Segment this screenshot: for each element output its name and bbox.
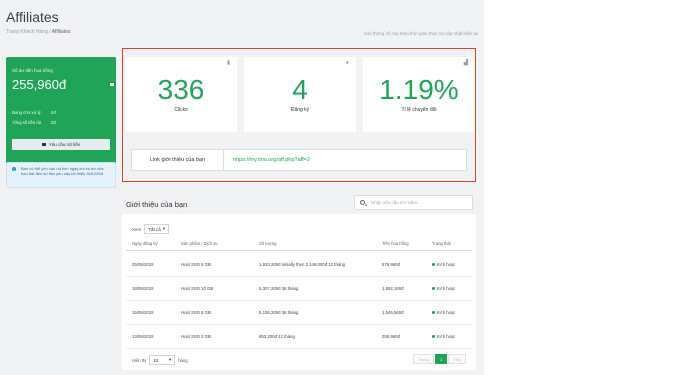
column-header-product[interactable]: Sản phẩm / Dịch vụ (181, 241, 218, 246)
row-status: Kích hoạt (432, 310, 455, 315)
stat-signups-value: 4 (292, 74, 308, 105)
row-status-label: Kích hoạt (436, 286, 455, 291)
pagination: Trước 1 Tiếp (413, 354, 466, 364)
row-date: 18/05/2019 (132, 286, 154, 291)
referral-link-box: Link giới thiệu của bạn https://my.tino.… (131, 149, 467, 171)
pagination-next[interactable]: Tiếp (448, 354, 466, 364)
row-divider (126, 300, 472, 301)
stat-clicks: ▮ 336 Clicks (125, 57, 237, 132)
pending-value: 0đ (51, 110, 56, 115)
withdrawn-value: 0đ (51, 120, 56, 125)
filter-label: Xem (132, 226, 142, 232)
withdraw-button-label: Yêu cầu rút tiền (48, 142, 81, 147)
referral-link-url[interactable]: https://my.tino.org/aff.php?aff=2 (233, 157, 310, 163)
row-status-label: Kích hoạt (436, 310, 455, 315)
breadcrumb-home[interactable]: Trang Khách Hàng (6, 29, 48, 35)
column-header-commission[interactable]: Tiền hoa hồng (382, 241, 409, 246)
row-commission: 1,546,560đ (382, 310, 404, 315)
breadcrumb: Trang Khách Hàng / Affiliates (6, 29, 71, 35)
page-size-value: 10 (153, 357, 159, 363)
search-placeholder: Nhập yêu cầu tìm kiếm... (371, 200, 421, 205)
row-status: Kích hoạt (432, 262, 455, 267)
row-date: 15/05/2019 (132, 310, 154, 315)
row-product: Host SSD 10 GB (181, 286, 214, 291)
stat-conversion: ▟ 1.19% Tỉ lệ chuyển đổi (363, 57, 475, 132)
info-icon: i (12, 167, 16, 171)
status-dot-icon (432, 287, 435, 290)
row-divider (126, 348, 472, 349)
row-amount: 5,307,200đ 36 tháng (259, 286, 299, 291)
status-dot-icon (432, 311, 435, 314)
search-icon (360, 199, 365, 205)
bookmark-icon: ▮ (226, 60, 230, 66)
row-date: 13/05/2019 (132, 334, 154, 339)
page-size-unit: hàng (178, 357, 188, 363)
stat-conversion-value: 1.19% (379, 74, 459, 105)
breadcrumb-separator: / (49, 29, 51, 35)
column-header-status[interactable]: Trạng thái (432, 241, 451, 246)
row-amount: 5,155,200đ 36 tháng (259, 310, 299, 315)
row-status-label: Kích hoạt (436, 334, 455, 339)
row-commission: 579,960đ (382, 262, 400, 267)
withdrawn-label: Tổng số tiền rút (12, 120, 42, 125)
page-size-select[interactable]: 10 ▾ (149, 355, 176, 365)
withdraw-request-button[interactable]: Yêu cầu rút tiền (12, 139, 110, 150)
search-input[interactable]: Nhập yêu cầu tìm kiếm... (354, 195, 473, 210)
pagination-page-1[interactable]: 1 (435, 354, 448, 364)
pagination-prev[interactable]: Trước (413, 354, 435, 364)
header-divider (126, 250, 472, 251)
row-date: 29/05/2019 (132, 262, 154, 267)
row-product: Host SSD 8 GB (181, 310, 211, 315)
row-commission: 1,592,160đ (382, 286, 404, 291)
wallet-icon (110, 83, 114, 86)
row-amount: 853,200đ 12 tháng (259, 334, 295, 339)
page-title: Affiliates (6, 9, 59, 25)
row-status: Kích hoạt (432, 334, 455, 339)
breadcrumb-current: Affiliates (51, 29, 71, 35)
filter-select[interactable]: Tất cả ▾ (144, 224, 170, 234)
filter-row: Xem Tất cả ▾ (132, 224, 170, 234)
pending-label: Đang chờ xử lý (12, 110, 41, 115)
page-size-control: Hiển thị 10 ▾ hàng (132, 355, 188, 365)
row-divider (126, 324, 472, 325)
stat-clicks-label: Clicks (174, 107, 188, 113)
balance-value: 255,960đ (12, 77, 67, 92)
row-product: Host SSD 2 GB (181, 334, 211, 339)
user-icon: ● (345, 60, 349, 66)
wallet-icon (41, 143, 46, 146)
stat-conversion-label: Tỉ lệ chuyển đổi (401, 107, 437, 113)
withdraw-info-alert: i Bạn có thể yêu cầu rút tiền ngay khi s… (6, 162, 116, 188)
filter-value: Tất cả (148, 226, 161, 232)
withdraw-info-text: Bạn có thể yêu cầu rút tiền ngay khi số … (21, 166, 104, 176)
balance-card: Số dư tiền hoa hồng 255,960đ Đang chờ xử… (6, 57, 116, 169)
row-divider (126, 276, 472, 277)
referrals-table: Xem Tất cả ▾ Ngày đăng ký Sản phẩm / Dịc… (122, 214, 476, 370)
column-header-amount[interactable]: Số lượng (259, 241, 276, 246)
chevron-down-icon: ▾ (162, 226, 166, 231)
withdrawn-row: Tổng số tiền rút 0đ (12, 120, 56, 125)
realtime-note: Các thông số này theo thời gian thực và … (363, 31, 478, 36)
stat-clicks-value: 336 (157, 74, 205, 105)
page-size-label: Hiển thị (132, 357, 147, 363)
row-amount: 1,933,200đ Initially then 2.148.000đ 12 … (259, 262, 346, 267)
row-commission: 255,960đ (382, 334, 400, 339)
row-status-label: Kích hoạt (436, 262, 455, 267)
row-product: Host SSD 6 GB (181, 262, 211, 267)
chevron-down-icon: ▾ (168, 357, 172, 362)
column-header-date[interactable]: Ngày đăng ký (132, 241, 158, 246)
blank-area (484, 0, 700, 375)
pending-row: Đang chờ xử lý 0đ (12, 110, 56, 115)
bar-chart-icon: ▟ (463, 60, 468, 66)
stat-signups-label: Đăng ký (290, 107, 310, 113)
status-dot-icon (432, 335, 435, 338)
balance-label: Số dư tiền hoa hồng (12, 68, 53, 73)
status-dot-icon (432, 263, 435, 266)
referrals-title: Giới thiệu của bạn (126, 200, 188, 209)
referral-link-label: Link giới thiệu của bạn (132, 150, 224, 170)
stat-signups: ● 4 Đăng ký (244, 57, 356, 132)
row-status: Kích hoạt (432, 286, 455, 291)
